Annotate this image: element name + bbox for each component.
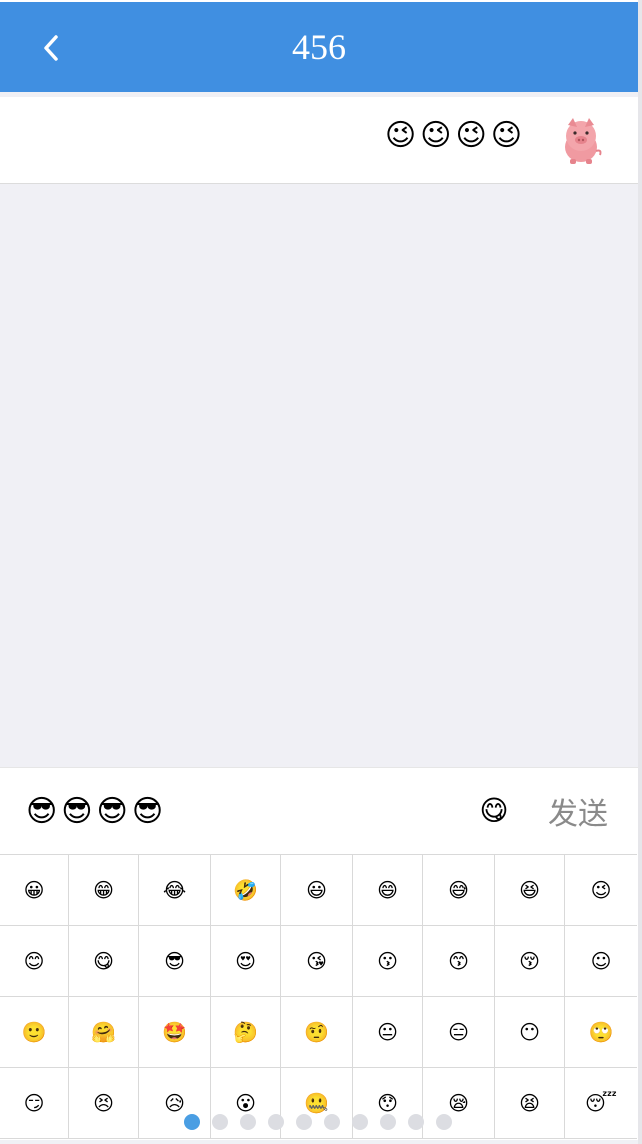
emoji-cell[interactable]: 😆: [495, 855, 565, 926]
page-title: 456: [292, 27, 346, 67]
page-dot[interactable]: [212, 1114, 228, 1130]
emoji-cell[interactable]: 🤩: [139, 997, 211, 1068]
emoji-cell[interactable]: 😅: [423, 855, 495, 926]
emoji-cell[interactable]: 😍: [211, 926, 281, 997]
emoji-cell[interactable]: 😚: [495, 926, 565, 997]
page-dot[interactable]: [352, 1114, 368, 1130]
chat-area[interactable]: [0, 184, 638, 766]
send-button[interactable]: 发送: [540, 788, 616, 834]
app-header: 456: [0, 2, 638, 92]
message-row: 😉😉😉😉: [0, 97, 638, 184]
chevron-left-icon: [44, 35, 58, 61]
emoji-cell[interactable]: 😎: [139, 926, 211, 997]
page-dot[interactable]: [184, 1114, 200, 1130]
input-bar: 😎😎😎😎 😋 发送: [0, 767, 638, 855]
emoji-cell[interactable]: 😫: [495, 1068, 565, 1139]
emoji-toggle-button[interactable]: 😋: [476, 790, 512, 830]
emoji-cell[interactable]: 😗: [353, 926, 423, 997]
emoji-cell[interactable]: 😙: [423, 926, 495, 997]
emoji-cell[interactable]: 😘: [281, 926, 353, 997]
page-dot[interactable]: [268, 1114, 284, 1130]
emoji-cell[interactable]: 😉: [565, 855, 637, 926]
emoji-cell[interactable]: 😋: [69, 926, 139, 997]
pig-avatar-icon[interactable]: [558, 115, 604, 165]
emoji-cell[interactable]: 😀: [0, 855, 69, 926]
page-dot[interactable]: [324, 1114, 340, 1130]
back-button[interactable]: [40, 33, 62, 63]
emoji-cell[interactable]: 😄: [353, 855, 423, 926]
emoji-panel: 😀 😁 😂 🤣 😃 😄 😅 😆 😉 😊 😋 😎 😍 😘 😗 😙 😚 ☺ 🙂 🤗 …: [0, 854, 638, 1140]
emoji-cell[interactable]: 🤔: [211, 997, 281, 1068]
page-indicator: [184, 1114, 452, 1130]
emoji-cell[interactable]: 😑: [423, 997, 495, 1068]
emoji-cell[interactable]: 😁: [69, 855, 139, 926]
page-dot[interactable]: [296, 1114, 312, 1130]
emoji-cell[interactable]: 🙄: [565, 997, 637, 1068]
emoji-cell[interactable]: ☺: [565, 926, 637, 997]
page-edge: [638, 0, 642, 1144]
emoji-cell[interactable]: 🙂: [0, 997, 69, 1068]
page-dot[interactable]: [408, 1114, 424, 1130]
emoji-cell[interactable]: 😂: [139, 855, 211, 926]
page-dot[interactable]: [240, 1114, 256, 1130]
emoji-cell[interactable]: 🤗: [69, 997, 139, 1068]
emoji-cell[interactable]: 😏: [0, 1068, 69, 1139]
message-bubble[interactable]: 😉😉😉😉: [385, 118, 526, 153]
page-dot[interactable]: [436, 1114, 452, 1130]
emoji-cell[interactable]: 😶: [495, 997, 565, 1068]
emoji-grid: 😀 😁 😂 🤣 😃 😄 😅 😆 😉 😊 😋 😎 😍 😘 😗 😙 😚 ☺ 🙂 🤗 …: [0, 854, 637, 1139]
page-dot[interactable]: [380, 1114, 396, 1130]
emoji-cell[interactable]: 😊: [0, 926, 69, 997]
emoji-cell[interactable]: 🤨: [281, 997, 353, 1068]
emoji-cell[interactable]: 😴: [565, 1068, 637, 1139]
emoji-cell[interactable]: 🤣: [211, 855, 281, 926]
emoji-cell[interactable]: 😃: [281, 855, 353, 926]
emoji-cell[interactable]: 😣: [69, 1068, 139, 1139]
message-input[interactable]: 😎😎😎😎: [26, 788, 446, 834]
emoji-cell[interactable]: 😐: [353, 997, 423, 1068]
